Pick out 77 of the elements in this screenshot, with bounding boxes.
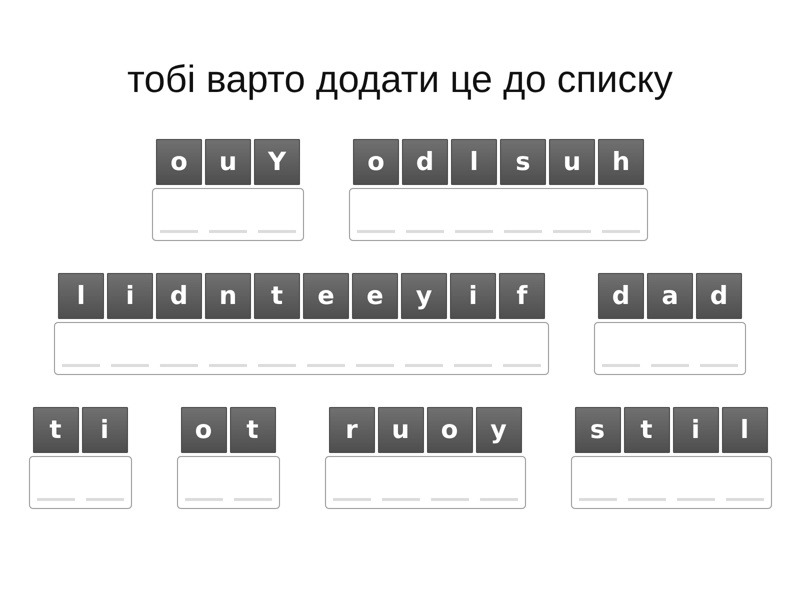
answer-box[interactable] [594, 322, 746, 375]
blank-line [430, 498, 468, 501]
blank-line [356, 364, 394, 367]
answer-box[interactable] [349, 188, 648, 241]
letter-tile[interactable]: s [574, 407, 620, 453]
blank-line [184, 498, 222, 501]
blank-line [504, 230, 542, 233]
letter-tile[interactable]: y [476, 407, 522, 453]
letter-tile[interactable]: a [647, 273, 693, 319]
letter-tile[interactable]: i [82, 407, 128, 453]
blank-line [455, 230, 493, 233]
blank-line [258, 364, 296, 367]
blank-line [676, 498, 714, 501]
letter-tile[interactable]: e [303, 273, 349, 319]
blank-line [454, 364, 492, 367]
blank-line [209, 364, 247, 367]
answer-box[interactable] [324, 456, 526, 509]
blank-line [209, 230, 247, 233]
letter-tile[interactable]: u [205, 139, 251, 185]
letter-tile[interactable]: h [598, 139, 644, 185]
blank-line [405, 364, 443, 367]
blank-line [628, 498, 666, 501]
letter-tile[interactable]: u [549, 139, 595, 185]
letter-tile[interactable]: i [672, 407, 718, 453]
letter-tile[interactable]: r [328, 407, 374, 453]
letter-tile[interactable]: i [107, 273, 153, 319]
letter-tile[interactable]: o [426, 407, 472, 453]
blank-line [726, 498, 764, 501]
letter-tile[interactable]: l [58, 273, 104, 319]
letter-tile[interactable]: d [402, 139, 448, 185]
answer-box[interactable] [28, 456, 132, 509]
blank-line [602, 364, 640, 367]
blank-line [553, 230, 591, 233]
blank-line [578, 498, 616, 501]
blank-line [111, 364, 149, 367]
letter-tile[interactable]: l [722, 407, 768, 453]
blank-line [160, 364, 198, 367]
blank-line [160, 230, 198, 233]
letter-tile[interactable]: f [499, 273, 545, 319]
blank-line [62, 364, 100, 367]
blank-line [307, 364, 345, 367]
letter-tile[interactable]: e [352, 273, 398, 319]
letter-tile[interactable]: o [180, 407, 226, 453]
answer-box[interactable] [570, 456, 772, 509]
letter-tile[interactable]: o [156, 139, 202, 185]
blank-line [700, 364, 738, 367]
letter-tile[interactable]: y [401, 273, 447, 319]
blank-line [86, 498, 124, 501]
letter-tile[interactable]: t [254, 273, 300, 319]
letter-tile[interactable]: d [696, 273, 742, 319]
letter-tile[interactable]: u [378, 407, 424, 453]
blank-line [357, 230, 395, 233]
blank-line [382, 498, 420, 501]
blank-line [258, 230, 296, 233]
letter-tile[interactable]: i [450, 273, 496, 319]
blank-line [480, 498, 518, 501]
blank-line [602, 230, 640, 233]
answer-box[interactable] [54, 322, 549, 375]
blank-line [234, 498, 272, 501]
letter-tile[interactable]: t [230, 407, 276, 453]
letter-tile[interactable]: o [353, 139, 399, 185]
letter-tile[interactable]: t [624, 407, 670, 453]
answer-box[interactable] [176, 456, 280, 509]
letter-tile[interactable]: s [500, 139, 546, 185]
blank-line [36, 498, 74, 501]
blank-line [503, 364, 541, 367]
letter-tile[interactable]: t [32, 407, 78, 453]
page-title: тобі варто додати це до списку [127, 58, 673, 102]
letter-tile[interactable]: l [451, 139, 497, 185]
letter-tile[interactable]: d [598, 273, 644, 319]
answer-box[interactable] [152, 188, 304, 241]
letter-tile[interactable]: d [156, 273, 202, 319]
blank-line [332, 498, 370, 501]
blank-line [406, 230, 444, 233]
letter-tile[interactable]: n [205, 273, 251, 319]
blank-line [651, 364, 689, 367]
letter-tile[interactable]: Y [254, 139, 300, 185]
